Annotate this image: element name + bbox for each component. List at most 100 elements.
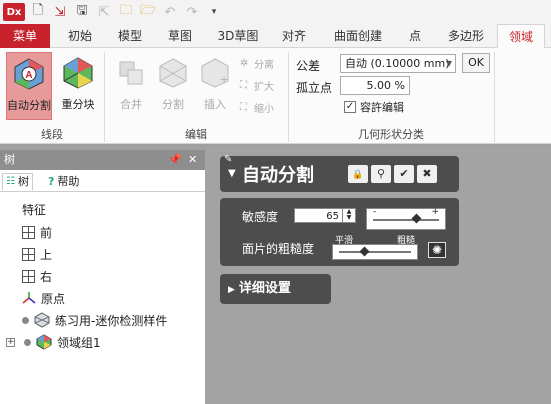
details-section-toggle[interactable]: ▶ 详细设置 [220,274,331,304]
separate-label: 分离 [254,60,274,71]
collapse-triangle-icon[interactable]: ▼ [228,168,236,179]
details-label: 详细设置 [238,281,291,296]
open-folder-icon[interactable]: 🗀 [117,3,135,21]
merge-button[interactable]: 合并 [108,52,154,120]
tolerant-edit-checkbox[interactable]: ✓ [344,101,356,113]
tab-tree[interactable]: ☷ 树 [2,173,33,191]
tree-item-label: 练习用-迷你检测样件 [55,313,168,328]
resegment-button[interactable]: 重分块 [55,52,101,120]
cancel-button[interactable]: ✖ [417,165,437,183]
app-logo[interactable]: Dx [3,3,25,21]
search-icon: ⚲ [376,167,386,180]
ribbon-tabs: 菜单 初始 模型 草图 3D草图 对齐 曲面创建 点 多边形 领域 [0,24,551,49]
customize-icon[interactable]: ▾ [205,3,223,21]
viewport[interactable]: ✎ ▼ 自动分割 🔒 ⚲ ✔ ✖ 敏感度 65 ▲ ▼ - + 面片的粗糙度 平滑… [205,146,551,404]
lock-button[interactable]: 🔒 [348,165,368,183]
auto-segment-panel-title: 自动分割 [242,165,314,186]
tab-region[interactable]: 领域 [497,24,545,49]
save-icon[interactable]: 🖫 [73,3,91,21]
tab-help[interactable]: ? 帮助 [48,173,79,191]
roughness-slider[interactable]: 平滑 粗糙 [332,236,418,260]
plane-icon [22,269,35,283]
tolerance-dropdown[interactable]: 自动 (0.10000 mm) ▼ [340,54,456,73]
undo-icon[interactable]: ↶ [161,3,179,21]
split-button[interactable]: 分割 [150,52,196,120]
separate-icon: ✲ [240,57,249,69]
insert-icon: + [201,58,229,88]
tab-tree-label: 树 [17,175,29,188]
redo-icon[interactable]: ↷ [183,3,201,21]
title-bar: Dx 🗋 ⇲ 🖫 ⇱ 🗀 🗁 ↶ ↷ ▾ [0,0,551,24]
tree-item-top[interactable]: 上 [22,244,52,264]
slider-track [339,251,411,253]
tab-3d-sketch[interactable]: 3D草图 [212,24,264,48]
tab-menu[interactable]: 菜单 [0,24,50,48]
tab-surface-creation[interactable]: 曲面创建 [326,24,390,48]
import-icon[interactable]: ⇲ [51,3,69,21]
auto-segment-button[interactable]: A 自动分割 [6,52,52,120]
visibility-dot-icon[interactable] [22,316,29,324]
resegment-icon [63,57,93,89]
spin-arrows-icon[interactable]: ▲ ▼ [342,209,355,222]
tab-point[interactable]: 点 [398,24,432,48]
tab-initial[interactable]: 初始 [58,24,102,48]
tree-item-mesh[interactable]: 练习用-迷你检测样件 [22,310,167,330]
split-label: 分割 [162,98,184,111]
gear-icon[interactable]: ✺ [428,242,446,258]
insert-button[interactable]: + 插入 [192,52,238,120]
ok-button[interactable]: OK [462,53,490,73]
sensitivity-value: 65 [326,211,339,222]
new-file-icon[interactable]: 🗋 [29,3,47,21]
roughness-max-label: 粗糙 [396,236,415,246]
help-icon: ? [48,175,55,188]
tree-panel-title: 树 [4,153,15,166]
tree-item-origin[interactable]: 原点 [22,288,65,308]
close-icon[interactable]: ✕ [188,150,197,170]
sensitivity-spinbox[interactable]: 65 ▲ ▼ [294,208,356,223]
slider-thumb[interactable] [411,213,422,224]
tree-panel-header: 树 📌 ✕ [0,150,205,170]
preview-button[interactable]: ⚲ [371,165,391,183]
separate-button[interactable]: ✲ 分离 [240,56,274,72]
svg-text:+: + [220,71,228,87]
region-group-icon [36,334,52,350]
cancel-icon: ✖ [422,167,432,180]
geometry-group-label: 几何形状分类 [358,128,424,141]
expand-button[interactable]: ⛶ 扩大 [240,78,274,94]
visibility-dot-icon[interactable] [24,338,31,346]
tab-align[interactable]: 对齐 [272,24,316,48]
tree-item-region-group[interactable]: + 领域组1 [6,332,101,352]
plane-icon [22,225,35,239]
pin-icon[interactable]: 📌 [168,150,182,170]
isolated-point-label: 孤立点 [296,81,333,95]
resegment-label: 重分块 [61,98,95,111]
export-icon[interactable]: ⇱ [95,3,113,21]
confirm-button[interactable]: ✔ [394,165,414,183]
split-icon [159,58,187,88]
plane-icon [22,247,35,261]
tab-help-label: 帮助 [57,175,80,188]
merge-icon [119,61,143,85]
expand-toggle-icon[interactable]: + [6,337,15,347]
shrink-button[interactable]: ⛶ 缩小 [240,100,274,116]
shrink-label: 缩小 [254,104,274,115]
slider-thumb[interactable] [359,246,370,257]
lock-icon: 🔒 [352,170,364,180]
confirm-icon: ✔ [399,167,409,180]
tab-model[interactable]: 模型 [108,24,152,48]
isolated-point-field[interactable]: 5.00 % [340,76,410,95]
tab-sketch[interactable]: 草图 [158,24,202,48]
tolerance-value: 自动 (0.10000 mm) [345,57,450,70]
panel-pin-icon[interactable]: ✎ [224,154,232,165]
tab-polygon[interactable]: 多边形 [440,24,492,48]
tolerant-edit-option[interactable]: ✓ 容許编辑 [344,99,404,115]
tree-item-front[interactable]: 前 [22,222,52,242]
tree-item-right[interactable]: 右 [22,266,52,286]
tree-panel: ☷ 树 ? 帮助 特征 前 上 右 原点 练习用-迷你检测样件 + 领域组1 [0,170,205,404]
tree-item-label: 上 [40,247,53,262]
settings-folder-icon[interactable]: 🗁 [139,3,157,21]
sensitivity-slider[interactable]: - + [366,207,446,230]
tolerance-label: 公差 [296,59,321,73]
segment-group-label: 线段 [41,128,63,141]
chevron-down-icon: ▼ [445,59,452,68]
